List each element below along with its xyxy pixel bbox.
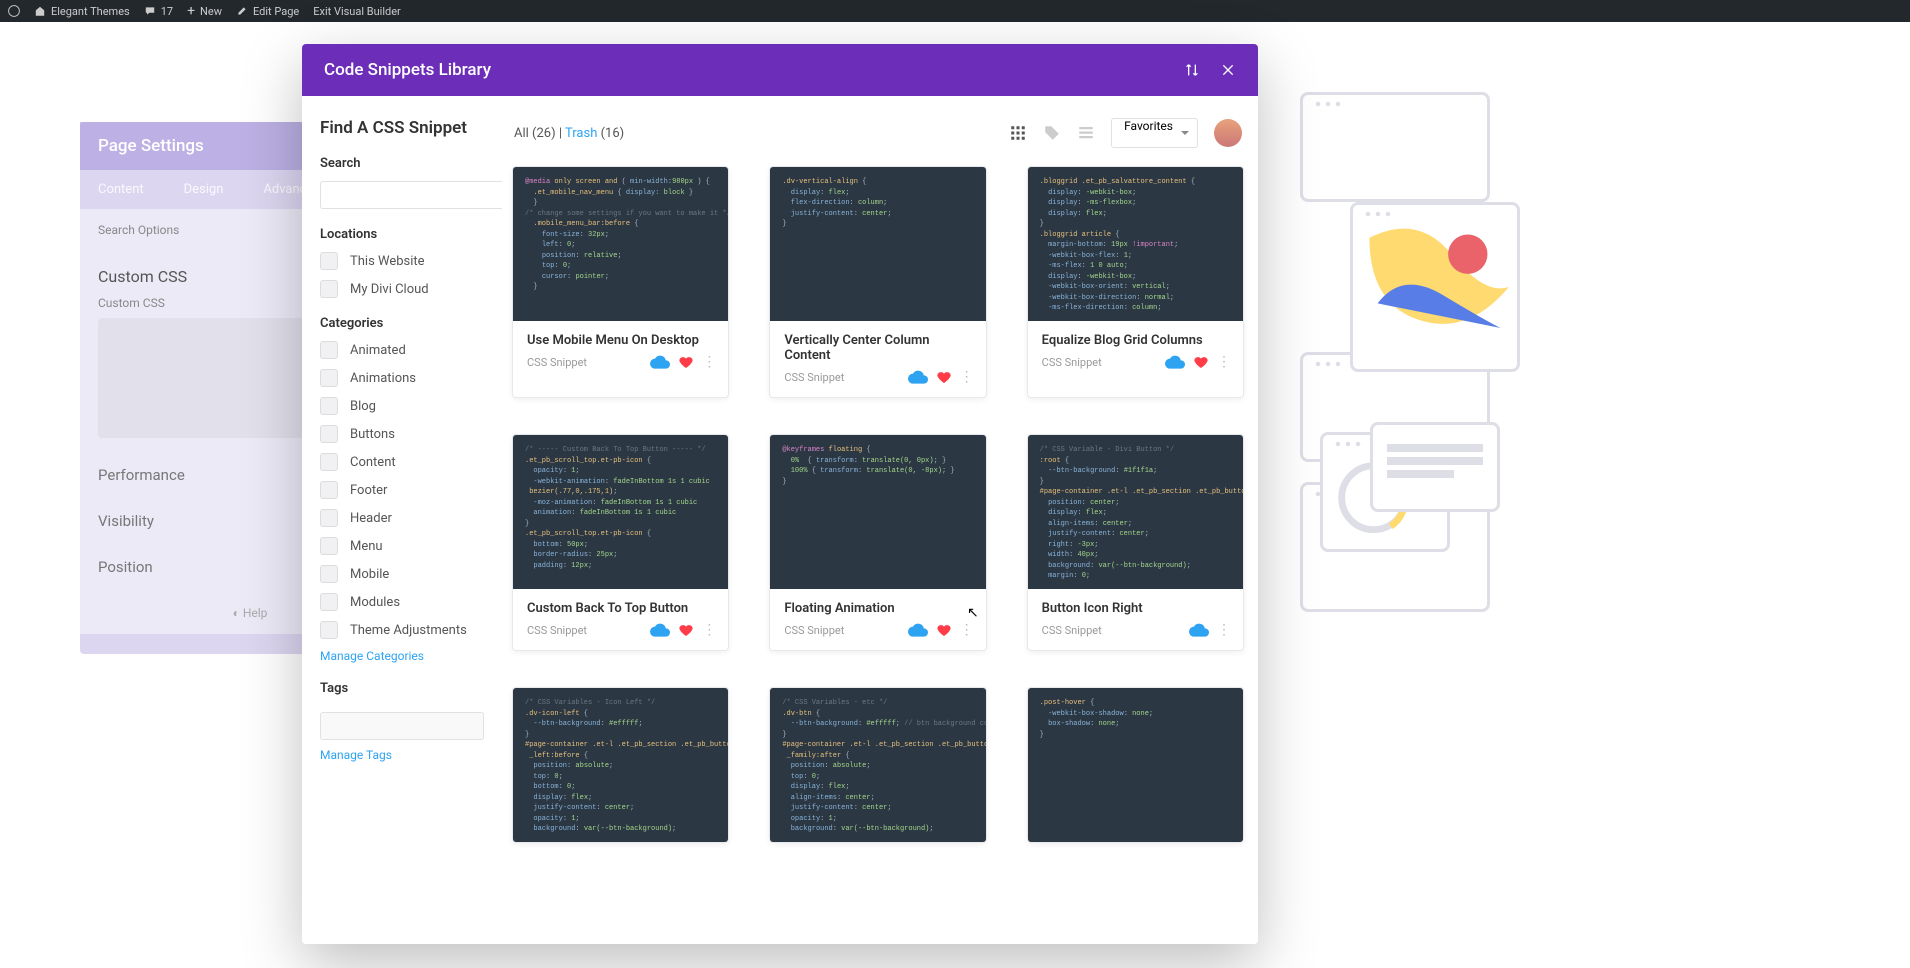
modal-sidebar: Find A CSS Snippet Search + Filter Locat… <box>302 96 502 944</box>
modal-title: Code Snippets Library <box>324 60 491 80</box>
more-icon[interactable]: ⋮ <box>1217 354 1229 370</box>
close-icon[interactable] <box>1220 62 1236 78</box>
category-checkbox[interactable]: Content <box>320 453 484 471</box>
snippet-card[interactable]: /* CSS Variables - etc */.dv-btn { --btn… <box>769 687 986 843</box>
snippet-title: Button Icon Right <box>1042 601 1229 616</box>
code-preview: .post-hover { -webkit-box-shadow: none; … <box>1028 688 1243 842</box>
more-icon[interactable]: ⋮ <box>702 622 714 638</box>
heart-icon[interactable] <box>1193 354 1209 370</box>
heart-icon[interactable] <box>678 622 694 638</box>
search-input[interactable] <box>320 181 502 209</box>
snippet-card[interactable]: /* CSS Variables - Icon Left */.dv-icon-… <box>512 687 729 843</box>
code-preview: /* CSS Variables - Icon Left */.dv-icon-… <box>513 688 728 842</box>
category-checkbox[interactable]: Buttons <box>320 425 484 443</box>
snippet-type: CSS Snippet <box>527 624 587 637</box>
more-icon[interactable]: ⋮ <box>702 354 714 370</box>
code-snippets-modal: Code Snippets Library Find A CSS Snippet… <box>302 44 1258 944</box>
cloud-icon[interactable] <box>908 370 928 384</box>
snippet-title: Floating Animation <box>784 601 971 616</box>
more-icon[interactable]: ⋮ <box>960 369 972 385</box>
location-checkbox[interactable]: My Divi Cloud <box>320 280 484 298</box>
cursor-icon: ↖ <box>967 605 979 621</box>
sort-icon[interactable] <box>1184 62 1200 78</box>
snippet-card[interactable]: /* CSS Variable - Divi Button */:root { … <box>1027 434 1244 651</box>
favorites-select[interactable]: Favorites <box>1111 118 1198 148</box>
code-preview: /* ----- Custom Back To Top Button -----… <box>513 435 728 589</box>
snippet-card[interactable]: @keyframes floating { 0% { transform: tr… <box>769 434 986 651</box>
category-checkbox[interactable]: Animations <box>320 369 484 387</box>
code-preview: @media only screen and ( min-width:980px… <box>513 167 728 321</box>
snippet-type: CSS Snippet <box>784 371 844 384</box>
snippet-card[interactable]: .post-hover { -webkit-box-shadow: none; … <box>1027 687 1244 843</box>
modal-content: All (26) | Trash (16) Favorites @media o… <box>502 96 1258 944</box>
snippet-card[interactable]: .dv-vertical-align { display: flex; flex… <box>769 166 986 398</box>
category-checkbox[interactable]: Theme Adjustments <box>320 621 484 639</box>
category-checkbox[interactable]: Mobile <box>320 565 484 583</box>
trash-link[interactable]: Trash <box>565 126 597 141</box>
site-name-link[interactable]: Elegant Themes <box>34 5 130 18</box>
manage-categories-link[interactable]: Manage Categories <box>320 649 484 663</box>
category-checkbox[interactable]: Modules <box>320 593 484 611</box>
snippet-card[interactable]: @media only screen and ( min-width:980px… <box>512 166 729 398</box>
heart-icon[interactable] <box>936 622 952 638</box>
locations-label: Locations <box>320 227 484 242</box>
result-counts: All (26) | Trash (16) <box>514 126 624 141</box>
manage-tags-link[interactable]: Manage Tags <box>320 748 484 762</box>
sidebar-heading: Find A CSS Snippet <box>320 118 484 138</box>
wp-admin-bar: Elegant Themes 17 +New Edit Page Exit Vi… <box>0 0 1910 22</box>
heart-icon[interactable] <box>936 369 952 385</box>
all-count[interactable]: All (26) <box>514 126 556 141</box>
comments-link[interactable]: 17 <box>144 5 173 18</box>
snippet-title: Equalize Blog Grid Columns <box>1042 333 1229 348</box>
snippet-type: CSS Snippet <box>784 624 844 637</box>
location-checkbox[interactable]: This Website <box>320 252 484 270</box>
category-checkbox[interactable]: Footer <box>320 481 484 499</box>
category-checkbox[interactable]: Menu <box>320 537 484 555</box>
snippet-title: Vertically Center Column Content <box>784 333 971 363</box>
code-preview: /* CSS Variables - etc */.dv-btn { --btn… <box>770 688 985 842</box>
modal-header: Code Snippets Library <box>302 44 1258 96</box>
background-wireframes <box>1300 92 1870 792</box>
code-preview: .dv-vertical-align { display: flex; flex… <box>770 167 985 321</box>
new-link[interactable]: +New <box>187 3 222 19</box>
snippet-card[interactable]: .bloggrid .et_pb_salvattore_content { di… <box>1027 166 1244 398</box>
tags-input[interactable] <box>320 712 484 740</box>
categories-label: Categories <box>320 316 484 331</box>
snippet-title: Custom Back To Top Button <box>527 601 714 616</box>
page-canvas: Page Settings Content Design Advanced Se… <box>0 22 1910 968</box>
wp-logo[interactable] <box>8 5 20 17</box>
snippet-card[interactable]: /* ----- Custom Back To Top Button -----… <box>512 434 729 651</box>
list-view-icon[interactable] <box>1077 124 1095 142</box>
search-label: Search <box>320 156 484 171</box>
category-checkbox[interactable]: Blog <box>320 397 484 415</box>
code-preview: @keyframes floating { 0% { transform: tr… <box>770 435 985 589</box>
category-checkbox[interactable]: Header <box>320 509 484 527</box>
cloud-icon[interactable] <box>1165 355 1185 369</box>
snippet-type: CSS Snippet <box>527 356 587 369</box>
tag-view-icon[interactable] <box>1043 124 1061 142</box>
category-checkbox[interactable]: Animated <box>320 341 484 359</box>
tab-design[interactable]: Design <box>184 182 224 197</box>
more-icon[interactable]: ⋮ <box>1217 622 1229 638</box>
exit-visual-builder-link[interactable]: Exit Visual Builder <box>313 5 401 18</box>
edit-page-link[interactable]: Edit Page <box>236 5 299 18</box>
more-icon[interactable]: ⋮ <box>960 622 972 638</box>
cloud-icon[interactable] <box>908 623 928 637</box>
tags-label: Tags <box>320 681 484 696</box>
tab-content[interactable]: Content <box>98 182 144 197</box>
code-preview: /* CSS Variable - Divi Button */:root { … <box>1028 435 1243 589</box>
user-avatar[interactable] <box>1214 119 1242 147</box>
snippet-type: CSS Snippet <box>1042 356 1102 369</box>
cloud-icon[interactable] <box>1189 623 1209 637</box>
snippet-title: Use Mobile Menu On Desktop <box>527 333 714 348</box>
heart-icon[interactable] <box>678 354 694 370</box>
cloud-icon[interactable] <box>650 355 670 369</box>
code-preview: .bloggrid .et_pb_salvattore_content { di… <box>1028 167 1243 321</box>
snippet-type: CSS Snippet <box>1042 624 1102 637</box>
cloud-icon[interactable] <box>650 623 670 637</box>
grid-view-icon[interactable] <box>1009 124 1027 142</box>
